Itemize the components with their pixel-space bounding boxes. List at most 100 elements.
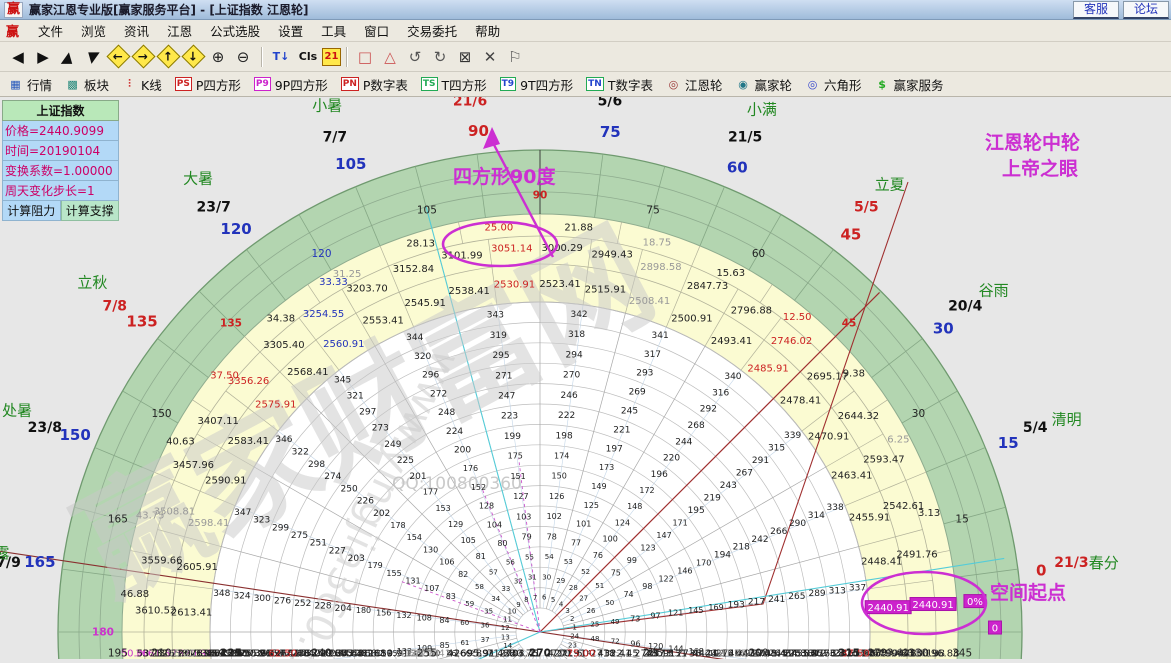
wheel-label: 194 [714, 551, 731, 561]
menu-item-1[interactable]: 浏览 [72, 19, 115, 42]
wheel-label: 60 [460, 619, 469, 627]
ribbon-item-winner-service[interactable]: $赢家服务 [875, 75, 944, 94]
calc-support-button[interactable]: 计算支撑 [61, 201, 120, 221]
wheel-label: 7 [533, 594, 537, 602]
frame-tool-icon[interactable]: ⊠ [453, 46, 477, 68]
ribbon-item-market-quotes[interactable]: ▦行情 [8, 75, 52, 94]
ribbon-item-gann-wheel[interactable]: ◎江恩轮 [666, 75, 723, 94]
ribbon-item-9t-square[interactable]: T99T四方形 [500, 75, 574, 94]
title-bar: 赢 赢家江恩专业版[赢家服务平台] - [上证指数 江恩轮] 客服 论坛 [0, 0, 1171, 20]
forum-button[interactable]: 论坛 [1123, 1, 1169, 19]
menu-item-4[interactable]: 公式选股 [201, 19, 269, 42]
t-down-icon[interactable]: T↓ [268, 46, 294, 68]
wheel-label: 172 [639, 486, 654, 495]
ribbon-item-winner-wheel[interactable]: ◉赢家轮 [736, 75, 793, 94]
menu-item-7[interactable]: 窗口 [355, 19, 398, 42]
pan-down-icon[interactable]: ↓ [181, 44, 205, 68]
wheel-label: 337 [849, 584, 866, 594]
rotate-cw-icon[interactable]: ↻ [428, 46, 452, 68]
wheel-label: 8 [524, 596, 528, 604]
menu-item-6[interactable]: 工具 [312, 19, 355, 42]
wheel-label: 125 [584, 501, 599, 510]
gann-wheel-chart[interactable]: 赢家财富网www.yingjia360.comQQ:10080036012345… [0, 97, 1171, 659]
symbol-name: 上证指数 [2, 100, 119, 121]
zoom-in-icon[interactable]: ⊕ [206, 46, 230, 68]
wheel-label: 2523.41 [539, 279, 580, 290]
menu-item-9[interactable]: 帮助 [466, 19, 509, 42]
menu-item-3[interactable]: 江恩 [158, 19, 201, 42]
wheel-label: 32 [514, 577, 523, 585]
wheel-label: 101 [576, 520, 591, 529]
wheel-label: 90 [533, 190, 548, 202]
wheel-label: 219 [704, 494, 721, 504]
wheel-label: 242 [751, 535, 768, 545]
zoom-out-icon[interactable]: ⊖ [231, 46, 255, 68]
wheel-label: 81 [476, 552, 486, 561]
ribbon-item-hexagon[interactable]: ◎六角形 [805, 75, 862, 94]
wheel-label: 246 [561, 391, 578, 401]
cls-button[interactable]: Cls [295, 46, 321, 68]
wheel-label: 240 [311, 648, 331, 659]
rect-tool-icon[interactable]: □ [353, 46, 377, 68]
wheel-label: 151 [510, 472, 525, 481]
wheel-label: 28 [569, 584, 578, 592]
nav-up-icon[interactable]: ▲ [54, 46, 83, 68]
wheel-label: 0 [1036, 562, 1046, 580]
triangle-tool-icon[interactable]: △ [378, 46, 402, 68]
wheel-label: 9 [516, 601, 520, 609]
nav-down-icon[interactable]: ▼ [79, 46, 108, 68]
market-quotes-icon: ▦ [8, 77, 23, 91]
wheel-label: 150 [59, 426, 90, 444]
pan-left-icon[interactable]: ← [106, 44, 130, 68]
wheel-label: 104 [487, 520, 502, 529]
wheel-label: 146 [677, 566, 692, 575]
wheel-label: 2847.73 [687, 281, 728, 292]
wheel-label: 34 [491, 595, 500, 603]
wheel-label: 224 [446, 427, 463, 437]
wheel-label: 322 [292, 447, 309, 457]
wheel-label: 169 [708, 603, 723, 612]
ribbon-item-p-square[interactable]: PSP四方形 [175, 75, 241, 94]
wheel-label: 30 [912, 408, 925, 420]
wheel-label: 74 [623, 590, 633, 599]
gann-wheel-svg[interactable]: 赢家财富网www.yingjia360.comQQ:10080036012345… [0, 97, 1171, 659]
wheel-label: 127 [513, 492, 528, 501]
wheel-label: 56.25 [167, 649, 196, 660]
customer-service-button[interactable]: 客服 [1073, 1, 1119, 19]
ribbon-item-9p-square[interactable]: P99P四方形 [254, 75, 328, 94]
crosshair-tool-icon[interactable]: ✕ [478, 46, 502, 68]
ribbon-item-sectors[interactable]: ▩板块 [65, 75, 109, 94]
calendar-icon[interactable]: 21 [322, 48, 341, 66]
wheel-label: 49 [611, 618, 620, 626]
menu-item-8[interactable]: 交易委托 [398, 19, 466, 42]
pan-right-icon[interactable]: → [131, 44, 155, 68]
wheel-label: 198 [556, 431, 573, 441]
wheel-label: 276 [274, 597, 291, 607]
ribbon-item-t-number-table[interactable]: TNT数字表 [586, 75, 653, 94]
menu-item-5[interactable]: 设置 [269, 19, 312, 42]
wheel-label: 2 [570, 615, 574, 623]
flag-tool-icon[interactable]: ⚐ [503, 46, 527, 68]
nav-left-icon[interactable]: ◀ [6, 46, 30, 68]
menu-item-2[interactable]: 资讯 [115, 19, 158, 42]
wheel-label: 12 [501, 624, 510, 632]
pan-up-icon[interactable]: ↑ [156, 44, 180, 68]
menu-item-0[interactable]: 文件 [29, 19, 72, 42]
wheel-label: 84.38 [785, 649, 814, 660]
ribbon-item-t-square[interactable]: TST四方形 [421, 75, 487, 94]
ribbon-item-kline[interactable]: ⫶K线 [122, 75, 162, 94]
rotate-ccw-icon[interactable]: ↺ [403, 46, 427, 68]
hexagon-icon: ◎ [805, 77, 820, 91]
wheel-label: 345 [952, 648, 972, 659]
wheel-label: 90 [468, 122, 489, 140]
wheel-label: 107 [424, 584, 439, 593]
wheel-label: 315 [768, 443, 785, 453]
ribbon-item-p-number-table[interactable]: PNP数字表 [341, 75, 408, 94]
wheel-label: 37 [481, 636, 490, 644]
wheel-label: 62.50 [268, 649, 297, 660]
calc-resistance-button[interactable]: 计算阻力 [2, 201, 61, 221]
wheel-label: 75 [600, 123, 621, 141]
nav-right-icon[interactable]: ▶ [31, 46, 55, 68]
wheel-label: 289 [808, 589, 825, 599]
wheel-label: 340 [724, 372, 741, 382]
